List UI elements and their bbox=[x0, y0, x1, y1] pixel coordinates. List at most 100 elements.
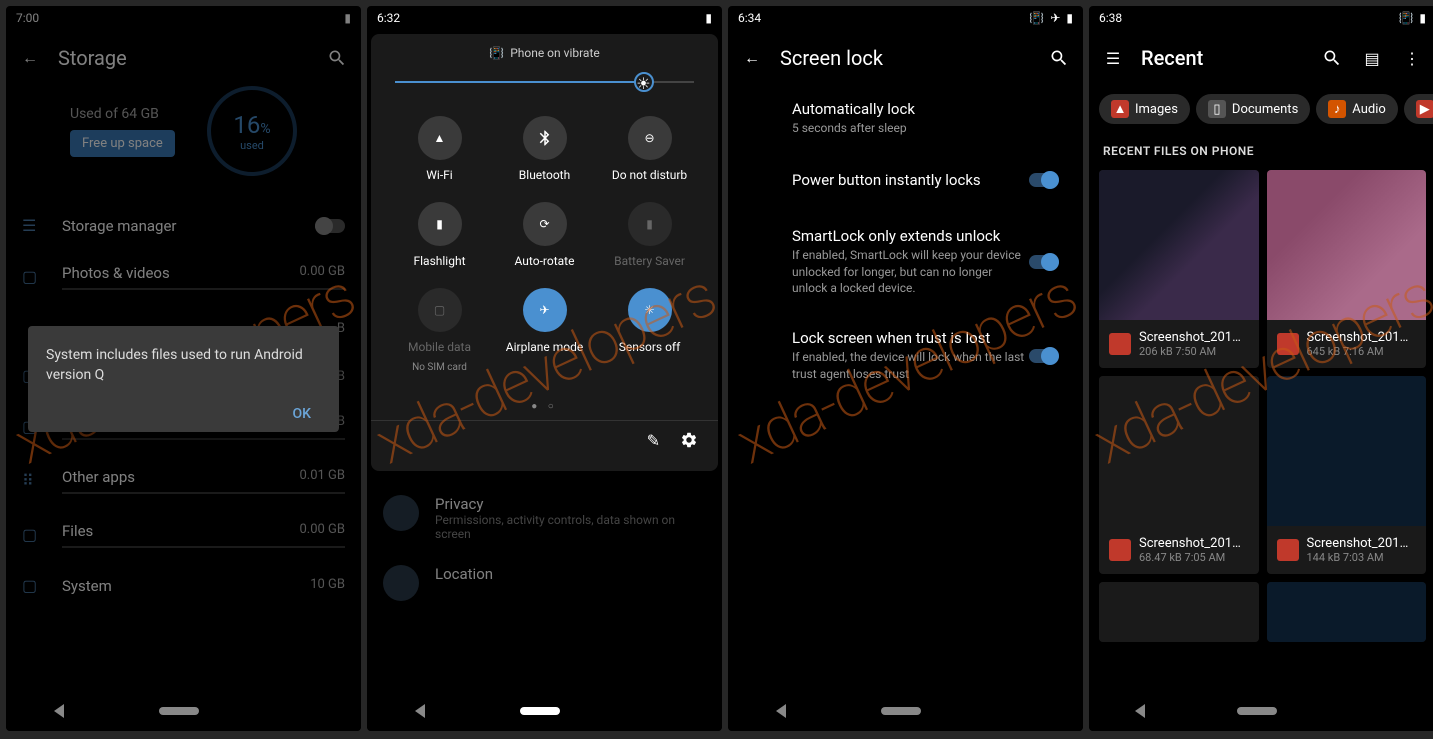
mobile-data-icon: ▢ bbox=[418, 288, 462, 332]
storage-ring: 16% used bbox=[207, 86, 297, 176]
clock: 6:38 bbox=[1099, 11, 1122, 25]
dialog-ok-button[interactable]: OK bbox=[283, 400, 322, 428]
qs-sensors[interactable]: ✳Sensors off bbox=[597, 288, 702, 373]
files-icon: ▢ bbox=[22, 525, 42, 545]
power-lock-toggle[interactable] bbox=[1029, 173, 1059, 187]
nav-back[interactable] bbox=[776, 704, 786, 718]
phone-storage: xda-developers 7:00 ▮ ← Storage Used of … bbox=[6, 6, 361, 731]
chip-images[interactable]: ▲Images bbox=[1099, 94, 1190, 124]
storage-item[interactable]: ☰ Storage manager bbox=[6, 202, 361, 250]
nav-home[interactable] bbox=[881, 707, 921, 715]
chip-documents[interactable]: ▯Documents bbox=[1196, 94, 1310, 124]
video-icon: ▶ bbox=[1416, 100, 1433, 118]
qs-autorotate[interactable]: ⟳Auto-rotate bbox=[492, 202, 597, 268]
smartlock-toggle[interactable] bbox=[1029, 255, 1059, 269]
system-icon: ▢ bbox=[22, 576, 42, 596]
battery-icon: ▮ bbox=[1419, 11, 1426, 25]
lock-item-power[interactable]: Power button instantly locks bbox=[728, 151, 1083, 213]
trust-toggle[interactable] bbox=[1029, 349, 1059, 363]
search-icon[interactable] bbox=[325, 46, 349, 70]
nav-back[interactable] bbox=[54, 704, 64, 718]
nav-back[interactable] bbox=[1135, 704, 1145, 718]
location-icon bbox=[383, 565, 419, 601]
battery-icon: ▮ bbox=[705, 11, 712, 25]
view-icon[interactable]: ▤ bbox=[1360, 46, 1384, 70]
file-thumbnail bbox=[1099, 170, 1259, 320]
image-icon: ▲ bbox=[1111, 100, 1129, 118]
file-thumbnail bbox=[1267, 170, 1427, 320]
qs-battery-saver[interactable]: ▮Battery Saver bbox=[597, 202, 702, 268]
photos-icon: ▢ bbox=[22, 267, 42, 287]
storage-item[interactable]: ▢ Photos & videos0.00 GB bbox=[6, 250, 361, 304]
gear-icon[interactable] bbox=[680, 431, 698, 453]
search-icon[interactable] bbox=[1320, 46, 1344, 70]
battery-icon: ▮ bbox=[1066, 11, 1073, 25]
rotate-icon: ⟳ bbox=[523, 202, 567, 246]
page-title: Screen lock bbox=[780, 46, 1031, 70]
navbar bbox=[6, 691, 361, 731]
statusbar: 6:34 📳 ✈ ▮ bbox=[728, 6, 1083, 30]
nav-back[interactable] bbox=[415, 704, 425, 718]
storage-manager-icon: ☰ bbox=[22, 216, 42, 236]
storage-item[interactable]: ▢ Files0.00 GB bbox=[6, 508, 361, 562]
vibrate-icon: 📳 bbox=[1029, 11, 1044, 25]
settings-privacy[interactable]: PrivacyPermissions, activity controls, d… bbox=[367, 483, 722, 553]
dialog-message: System includes files used to run Androi… bbox=[46, 346, 321, 385]
free-space-button[interactable]: Free up space bbox=[70, 130, 175, 157]
appbar: ☰ Recent ▤ ⋮ bbox=[1089, 30, 1433, 86]
page-title: Recent bbox=[1141, 46, 1304, 70]
more-icon[interactable]: ⋮ bbox=[1400, 46, 1424, 70]
qs-flashlight[interactable]: ▮Flashlight bbox=[387, 202, 492, 268]
system-info-dialog: System includes files used to run Androi… bbox=[28, 326, 339, 432]
document-icon: ▯ bbox=[1208, 100, 1226, 118]
settings-location[interactable]: Location bbox=[367, 553, 722, 613]
nav-home[interactable] bbox=[159, 707, 199, 715]
search-icon[interactable] bbox=[1047, 46, 1071, 70]
qs-bluetooth[interactable]: Bluetooth bbox=[492, 116, 597, 182]
battery-icon: ▮ bbox=[344, 11, 351, 25]
file-card[interactable]: Screenshot_201…645 kB 7:16 AM bbox=[1267, 170, 1427, 368]
storage-percent: 16 bbox=[233, 111, 260, 139]
storage-manager-toggle[interactable] bbox=[315, 219, 345, 233]
image-file-icon bbox=[1109, 539, 1131, 561]
storage-item[interactable]: ⠿ Other apps0.01 GB bbox=[6, 454, 361, 508]
edit-icon[interactable]: ✎ bbox=[647, 431, 660, 453]
image-file-icon bbox=[1277, 333, 1299, 355]
clock: 6:34 bbox=[738, 11, 761, 25]
appbar: ← Screen lock bbox=[728, 30, 1083, 86]
lock-item-trust[interactable]: Lock screen when trust is lostIf enabled… bbox=[728, 315, 1083, 397]
image-file-icon bbox=[1109, 333, 1131, 355]
file-thumbnail bbox=[1099, 582, 1259, 642]
back-icon[interactable]: ← bbox=[740, 46, 764, 70]
brightness-slider[interactable]: ☀ bbox=[395, 72, 694, 92]
file-card[interactable]: Screenshot_201…144 kB 7:03 AM bbox=[1267, 376, 1427, 574]
battery-saver-icon: ▮ bbox=[628, 202, 672, 246]
chip-video[interactable]: ▶Vide bbox=[1404, 94, 1433, 124]
file-card[interactable]: Screenshot_201…68.47 kB 7:05 AM bbox=[1099, 376, 1259, 574]
qs-airplane[interactable]: ✈Airplane mode bbox=[492, 288, 597, 373]
nav-home[interactable] bbox=[1237, 707, 1277, 715]
storage-item[interactable]: ▢ System10 GB bbox=[6, 562, 361, 610]
dnd-icon: ⊖ bbox=[628, 116, 672, 160]
nav-home[interactable] bbox=[520, 707, 560, 715]
clock: 7:00 bbox=[16, 11, 39, 25]
bluetooth-icon bbox=[523, 116, 567, 160]
lock-item-auto[interactable]: Automatically lock5 seconds after sleep bbox=[728, 86, 1083, 151]
statusbar: 6:32 ▮ bbox=[367, 6, 722, 30]
menu-icon[interactable]: ☰ bbox=[1101, 46, 1125, 70]
qs-wifi[interactable]: ▲Wi-Fi bbox=[387, 116, 492, 182]
file-card[interactable] bbox=[1099, 582, 1259, 642]
file-card[interactable]: Screenshot_201…206 kB 7:50 AM bbox=[1099, 170, 1259, 368]
navbar bbox=[1089, 691, 1433, 731]
airplane-icon: ✈ bbox=[523, 288, 567, 332]
file-card[interactable] bbox=[1267, 582, 1427, 642]
qs-dnd[interactable]: ⊖Do not disturb bbox=[597, 116, 702, 182]
file-thumbnail bbox=[1267, 582, 1427, 642]
qs-panel: 📳 Phone on vibrate ☀ ▲Wi-Fi Bluetooth ⊖D… bbox=[371, 34, 718, 471]
brightness-thumb[interactable]: ☀ bbox=[634, 72, 654, 92]
qs-mobile-data[interactable]: ▢Mobile dataNo SIM card bbox=[387, 288, 492, 373]
chip-audio[interactable]: ♪Audio bbox=[1316, 94, 1397, 124]
back-icon[interactable]: ← bbox=[18, 46, 42, 70]
lock-item-smartlock[interactable]: SmartLock only extends unlockIf enabled,… bbox=[728, 213, 1083, 315]
sensors-icon: ✳ bbox=[628, 288, 672, 332]
